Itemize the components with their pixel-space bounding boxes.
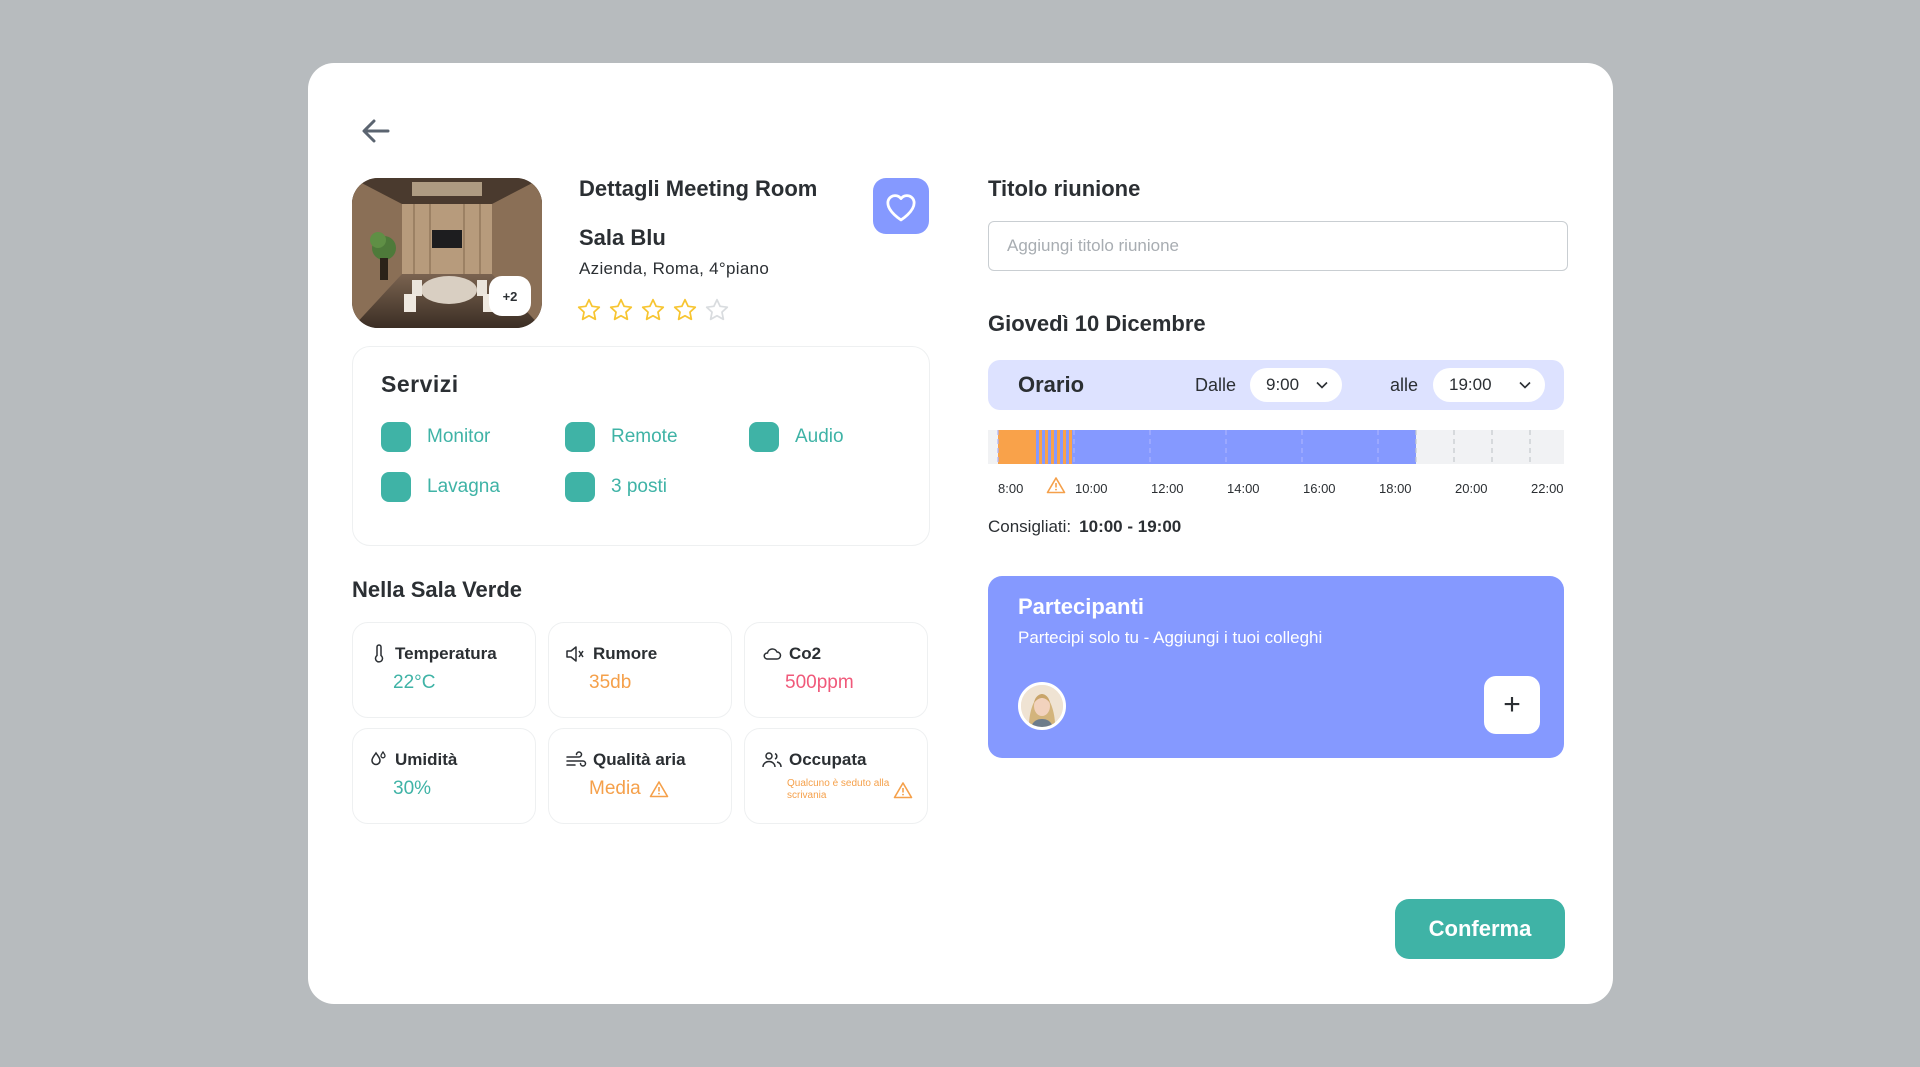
temperature-tile: Temperatura 22°C — [352, 622, 536, 718]
suggested-value: 10:00 - 19:00 — [1079, 517, 1182, 536]
timeline-selected-segment — [1074, 430, 1416, 464]
warning-icon — [1046, 477, 1066, 494]
timeline-overlap-stripe — [1042, 430, 1045, 464]
wind-icon — [566, 751, 587, 767]
time-range-bar: Orario Dalle 9:00 alle 19:00 — [988, 360, 1564, 410]
tick-label: 16:00 — [1303, 481, 1336, 496]
warning-icon — [893, 782, 913, 799]
participants-subtitle: Partecipi solo tu - Aggiungi i tuoi coll… — [1018, 628, 1323, 647]
timeline-overlap-stripe — [1066, 430, 1069, 464]
timeline-overlap-stripe — [1054, 430, 1057, 464]
chevron-down-icon — [1316, 381, 1328, 389]
cloud-icon — [763, 648, 782, 660]
room-photo[interactable]: +2 — [352, 178, 542, 328]
star-icon[interactable] — [640, 297, 666, 323]
tile-label: Umidità — [395, 750, 458, 769]
noise-tile: Rumore 35db — [548, 622, 732, 718]
avatar[interactable] — [1018, 682, 1066, 730]
tick-label: 18:00 — [1379, 481, 1412, 496]
service-label: 3 posti — [611, 476, 667, 497]
thermometer-icon — [374, 644, 384, 663]
from-label: Dalle — [1195, 375, 1237, 395]
meeting-title-label: Titolo riunione — [988, 176, 1141, 201]
warning-icon — [649, 781, 669, 798]
suggested-label: Consigliati: — [988, 517, 1072, 536]
air-quality-tile: Qualità aria Media — [548, 728, 732, 824]
timeline-overlap-stripe — [1060, 430, 1063, 464]
air-quality-value: Media — [589, 778, 669, 800]
heart-icon — [886, 194, 916, 222]
room-address: Azienda, Roma, 4°piano — [579, 259, 770, 278]
tick-label: 20:00 — [1455, 481, 1488, 496]
chevron-down-icon — [1519, 381, 1531, 389]
service-remote: Remote — [565, 422, 678, 452]
occupancy-tile: Occupata Qualcuno è seduto alla scrivani… — [744, 728, 928, 824]
add-participant-button[interactable]: + — [1484, 676, 1540, 734]
co2-tile: Co2 500ppm — [744, 622, 928, 718]
photo-count-badge[interactable]: +2 — [489, 276, 531, 316]
speaker-icon — [566, 646, 584, 662]
tile-label: Occupata — [789, 750, 867, 769]
tick-label: 10:00 — [1075, 481, 1108, 496]
confirm-button[interactable]: Conferma — [1395, 899, 1565, 959]
air-quality-text: Media — [589, 778, 641, 799]
service-label: Remote — [611, 426, 678, 447]
services-panel: Servizi Monitor Remote Audio Lavagna 3 p… — [352, 346, 930, 546]
timeline-overlap-stripe — [1048, 430, 1051, 464]
tick-label: 8:00 — [998, 481, 1024, 496]
favorite-button[interactable] — [873, 178, 929, 234]
service-dot — [565, 472, 595, 502]
suggested-times: Consigliati: 10:00 - 19:00 — [988, 517, 1181, 537]
service-dot — [565, 422, 595, 452]
from-time-value: 9:00 — [1266, 375, 1300, 394]
to-label: alle — [1390, 375, 1419, 395]
service-dot — [749, 422, 779, 452]
timeline-overlap-stripe — [1036, 430, 1039, 464]
rating-stars[interactable] — [576, 297, 730, 323]
tick-label: 14:00 — [1227, 481, 1260, 496]
tile-label: Rumore — [593, 644, 658, 663]
services-title: Servizi — [381, 371, 459, 397]
occupancy-note: Qualcuno è seduto alla scrivania — [787, 778, 890, 801]
star-icon[interactable] — [672, 297, 698, 323]
tick-label: 22:00 — [1531, 481, 1564, 496]
schedule-label: Orario — [1018, 372, 1085, 397]
noise-value: 35db — [589, 672, 632, 693]
tile-label: Temperatura — [395, 644, 497, 663]
star-icon[interactable] — [576, 297, 602, 323]
star-icon[interactable] — [608, 297, 634, 323]
service-dot — [381, 422, 411, 452]
meeting-title-input[interactable] — [988, 221, 1568, 271]
service-label: Audio — [795, 426, 844, 447]
service-monitor: Monitor — [381, 422, 490, 452]
participants-panel: Partecipanti Partecipi solo tu - Aggiung… — [988, 576, 1564, 758]
room-details-card: +2 Dettagli Meeting Room Sala Blu Aziend… — [308, 63, 1613, 1004]
from-time-select[interactable]: 9:00 — [1250, 368, 1342, 402]
to-time-select[interactable]: 19:00 — [1433, 368, 1545, 402]
service-label: Lavagna — [427, 476, 500, 497]
page-title: Dettagli Meeting Room — [579, 176, 818, 201]
to-time-value: 19:00 — [1449, 375, 1492, 394]
humidity-value: 30% — [393, 778, 432, 799]
room-name: Sala Blu — [579, 225, 666, 250]
meeting-date: Giovedì 10 Dicembre — [988, 311, 1206, 336]
back-arrow-icon[interactable] — [358, 113, 394, 149]
service-audio: Audio — [749, 422, 844, 452]
service-seats: 3 posti — [565, 472, 667, 502]
availability-timeline[interactable] — [988, 430, 1564, 464]
service-dot — [381, 472, 411, 502]
tile-label: Co2 — [789, 644, 822, 663]
service-lavagna: Lavagna — [381, 472, 500, 502]
co2-value: 500ppm — [785, 672, 854, 693]
participants-title: Partecipanti — [1018, 594, 1144, 619]
environment-title: Nella Sala Verde — [352, 577, 522, 602]
tile-label: Qualità aria — [593, 750, 686, 769]
humidity-icon — [371, 750, 386, 766]
tick-label: 12:00 — [1151, 481, 1184, 496]
star-empty-icon[interactable] — [704, 297, 730, 323]
people-icon — [762, 752, 782, 768]
humidity-tile: Umidità 30% — [352, 728, 536, 824]
temperature-value: 22°C — [393, 672, 436, 693]
service-label: Monitor — [427, 426, 491, 447]
